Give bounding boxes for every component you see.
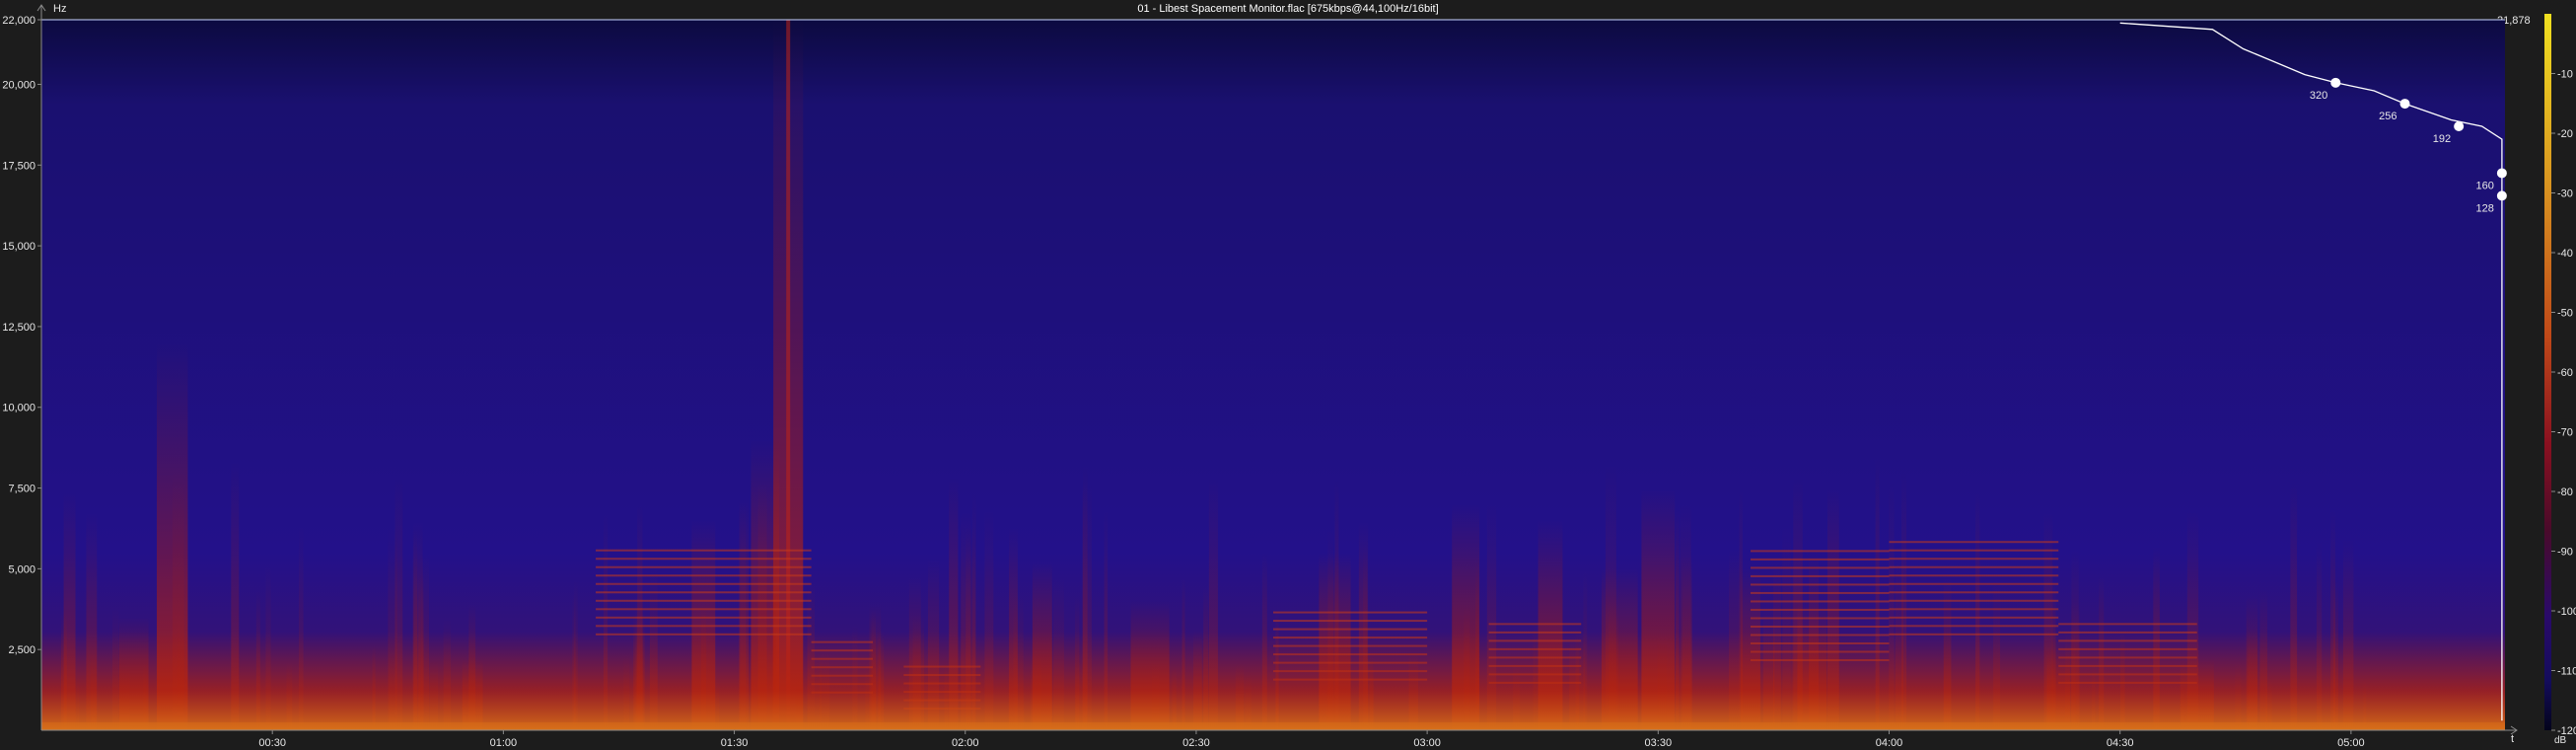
harmonic-band: [1889, 616, 2059, 619]
harmonic-band: [1273, 620, 1428, 623]
harmonic-band: [596, 582, 812, 585]
y-tick-label: 12,500: [2, 322, 36, 334]
harmonic-band: [1889, 549, 2059, 552]
colorbar-tick-label: -30: [2557, 188, 2573, 200]
x-tick-label: 04:00: [1876, 737, 1903, 749]
harmonic-band: [1750, 566, 1890, 569]
colorbar-tick-label: -120: [2557, 725, 2576, 737]
harmonic-band: [596, 625, 812, 628]
x-tick-label: 01:30: [721, 737, 749, 749]
harmonic-band: [596, 616, 812, 619]
colorbar-tick-label: -60: [2557, 367, 2573, 379]
colorbar-tick-label: -80: [2557, 487, 2573, 498]
bitrate-marker-label: 192: [2433, 133, 2451, 145]
harmonic-band: [596, 549, 812, 552]
colorbar-tick-label: -20: [2557, 128, 2573, 140]
harmonic-band: [1889, 625, 2059, 628]
harmonic-band: [1889, 591, 2059, 594]
x-tick-label: 05:00: [2337, 737, 2365, 749]
harmonic-band: [1750, 591, 1890, 594]
harmonic-band: [596, 591, 812, 594]
x-tick-label: 01:00: [490, 737, 518, 749]
harmonic-band: [1889, 608, 2059, 611]
bitrate-marker-label: 256: [2379, 111, 2397, 122]
bitrate-marker-label: 128: [2476, 202, 2494, 214]
harmonic-band: [1750, 617, 1890, 620]
colorbar-tick-label: -90: [2557, 547, 2573, 559]
harmonic-band: [1488, 623, 1582, 626]
harmonic-band: [1750, 608, 1890, 611]
y-tick-label: 17,500: [2, 160, 36, 172]
x-tick-label: 00:30: [258, 737, 286, 749]
colorbar-tick-label: -10: [2557, 69, 2573, 81]
bitrate-marker: [2330, 77, 2341, 88]
harmonic-band: [1750, 625, 1890, 628]
harmonic-band: [596, 608, 812, 611]
harmonic-band: [1750, 558, 1890, 561]
energy-column: [786, 20, 791, 730]
y-tick-label: 22,000: [2, 15, 36, 27]
harmonic-band: [596, 565, 812, 568]
harmonic-band: [596, 599, 812, 602]
bitrate-marker: [2496, 168, 2507, 179]
x-tick-label: 03:00: [1413, 737, 1441, 749]
spectrogram-chart: 22,000 20,000 17,500 15,000 12,500 10,000 7,50…: [2, 4, 2576, 749]
harmonic-band: [1273, 611, 1428, 614]
harmonic-band: [1889, 599, 2059, 602]
bitrate-marker-label: 320: [2310, 90, 2327, 102]
x-tick-label: 02:30: [1182, 737, 1210, 749]
bitrate-marker: [2454, 121, 2465, 131]
colorbar-ticks: -10 -20 -30 -40 -50 -60 -70 -80 -90 -100 -110 -120: [2551, 69, 2576, 737]
harmonic-band: [1273, 628, 1428, 631]
harmonic-band: [1750, 583, 1890, 586]
colorbar-tick-label: -40: [2557, 248, 2573, 260]
colorbar: [2544, 14, 2551, 730]
y-tick-label: 7,500: [8, 484, 36, 495]
colorbar-tick-label: -50: [2557, 308, 2573, 320]
x-tick-label: 02:00: [952, 737, 979, 749]
harmonic-band: [1750, 574, 1890, 577]
harmonic-band: [2058, 623, 2197, 626]
y-tick-label: 10,000: [2, 403, 36, 414]
harmonic-band: [596, 574, 812, 577]
bitrate-marker: [2399, 99, 2410, 110]
y-tick-label: 2,500: [8, 644, 36, 656]
harmonic-band: [1750, 550, 1890, 553]
harmonic-band: [1889, 565, 2059, 568]
low-frequency-energy: [41, 632, 2505, 730]
bitrate-marker: [2496, 190, 2507, 201]
harmonic-band: [1889, 574, 2059, 577]
x-tick-label: 03:30: [1645, 737, 1673, 749]
colorbar-tick-label: -100: [2557, 606, 2576, 618]
y-tick-label: 15,000: [2, 241, 36, 253]
harmonic-band: [1889, 582, 2059, 585]
harmonic-band: [1889, 541, 2059, 544]
harmonic-band: [596, 558, 812, 561]
y-tick-label: 5,000: [8, 563, 36, 575]
y-tick-label: 20,000: [2, 79, 36, 91]
colorbar-tick-label: -70: [2557, 427, 2573, 439]
x-tick-label: 04:30: [2107, 737, 2134, 749]
bitrate-marker-label: 160: [2476, 180, 2494, 191]
harmonic-band: [1750, 600, 1890, 603]
colorbar-tick-label: -110: [2557, 666, 2576, 678]
harmonic-band: [1889, 558, 2059, 561]
